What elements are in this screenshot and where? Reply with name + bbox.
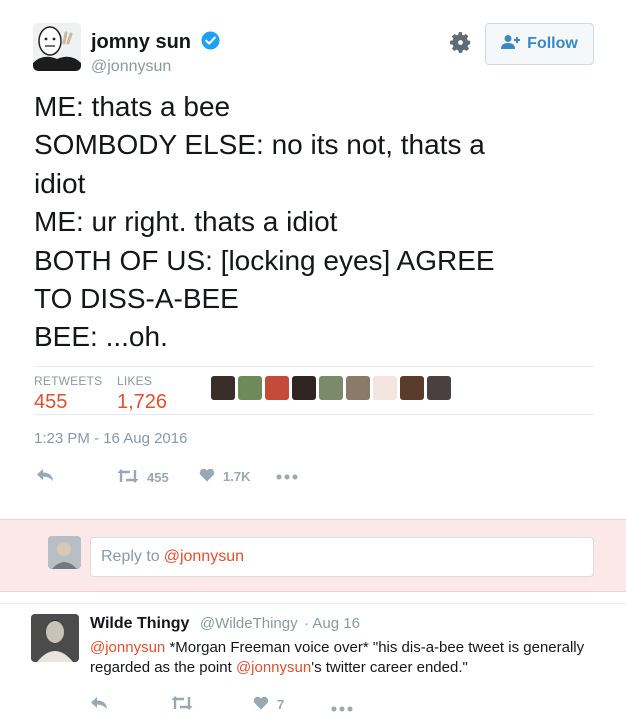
- follow-button[interactable]: Follow: [485, 23, 594, 65]
- divider: [0, 603, 626, 604]
- author-handle[interactable]: @jonnysun: [91, 58, 171, 76]
- divider: [34, 414, 594, 415]
- liker-avatar[interactable]: [238, 376, 262, 400]
- author-name-text[interactable]: jomny sun: [91, 31, 191, 53]
- liker-avatar[interactable]: [292, 376, 316, 400]
- reply-like-count: 7: [277, 697, 285, 712]
- reply-reply-button[interactable]: [90, 696, 108, 713]
- follow-label: Follow: [527, 35, 578, 52]
- verified-icon: [201, 31, 220, 56]
- reply-placeholder-mention: @jonnysun: [163, 548, 244, 565]
- retweet-icon: [171, 695, 193, 714]
- author-display-name[interactable]: jomny sun: [91, 31, 220, 56]
- likes-stat[interactable]: LIKES 1,726: [117, 374, 167, 414]
- like-count: 1.7K: [223, 469, 251, 484]
- author-avatar[interactable]: [33, 23, 81, 71]
- reply-mention-link[interactable]: @jonnysun: [90, 639, 165, 656]
- heart-icon: [253, 696, 269, 713]
- liker-avatar[interactable]: [373, 376, 397, 400]
- tweet-text: ME: thats a bee SOMBODY ELSE: no its not…: [34, 88, 604, 357]
- likers-avatars: [211, 376, 451, 400]
- retweets-label: RETWEETS: [34, 374, 103, 388]
- reply-placeholder-text: Reply to: [101, 548, 160, 565]
- more-button[interactable]: [276, 468, 298, 483]
- reply-button[interactable]: [36, 468, 54, 485]
- follow-user-icon: [501, 34, 521, 55]
- current-user-avatar: [48, 536, 81, 569]
- reply-author-avatar[interactable]: [31, 614, 79, 662]
- tweet-text-line: SOMBODY ELSE: no its not, thats a: [34, 129, 485, 161]
- gear-icon[interactable]: [448, 30, 473, 60]
- reply-input[interactable]: Reply to @jonnysun: [90, 537, 594, 577]
- tweet-text-line: BEE: ...oh.: [34, 321, 168, 353]
- heart-icon: [199, 468, 215, 485]
- liker-avatar[interactable]: [211, 376, 235, 400]
- tweet-text-line: ME: ur right. thats a idiot: [34, 206, 338, 238]
- retweet-icon: [117, 468, 139, 487]
- reply-author-line: Wilde Thingy @WildeThingy · Aug 16: [90, 615, 360, 633]
- divider: [34, 366, 594, 367]
- tweet-timestamp[interactable]: 1:23 PM - 16 Aug 2016: [34, 430, 187, 447]
- liker-avatar[interactable]: [400, 376, 424, 400]
- reply-text-part: 's twitter career ended.": [311, 659, 468, 676]
- liker-avatar[interactable]: [265, 376, 289, 400]
- retweet-count: 455: [147, 470, 169, 485]
- reply-mention-link[interactable]: @jonnysun: [236, 659, 311, 676]
- reply-date[interactable]: · Aug 16: [304, 615, 360, 632]
- liker-avatar[interactable]: [319, 376, 343, 400]
- liker-avatar[interactable]: [346, 376, 370, 400]
- tweet-text-line: BOTH OF US: [locking eyes] AGREE: [34, 244, 495, 276]
- reply-author-handle[interactable]: @WildeThingy: [200, 615, 298, 632]
- like-button[interactable]: 1.7K: [199, 468, 250, 485]
- reply-text: @jonnysun *Morgan Freeman voice over* "h…: [90, 638, 590, 678]
- reply-like-button[interactable]: 7: [253, 696, 284, 713]
- reply-icon: [36, 468, 54, 485]
- more-icon: [331, 700, 353, 715]
- retweet-button[interactable]: 455: [117, 468, 169, 487]
- retweets-stat[interactable]: RETWEETS 455: [34, 374, 102, 414]
- tweet-text-line: TO DISS-A-BEE: [34, 283, 239, 315]
- liker-avatar[interactable]: [427, 376, 451, 400]
- reply-retweet-button[interactable]: [171, 695, 193, 714]
- more-icon: [276, 468, 298, 483]
- likes-label: LIKES: [117, 374, 153, 388]
- reply-author-name[interactable]: Wilde Thingy: [90, 615, 189, 632]
- tweet-text-line: ME: thats a bee: [34, 91, 231, 122]
- tweet-text-line: idiot: [34, 167, 86, 199]
- reply-icon: [90, 696, 108, 713]
- retweets-value: 455: [34, 391, 68, 413]
- likes-value: 1,726: [117, 391, 168, 413]
- reply-more-button[interactable]: [331, 700, 353, 715]
